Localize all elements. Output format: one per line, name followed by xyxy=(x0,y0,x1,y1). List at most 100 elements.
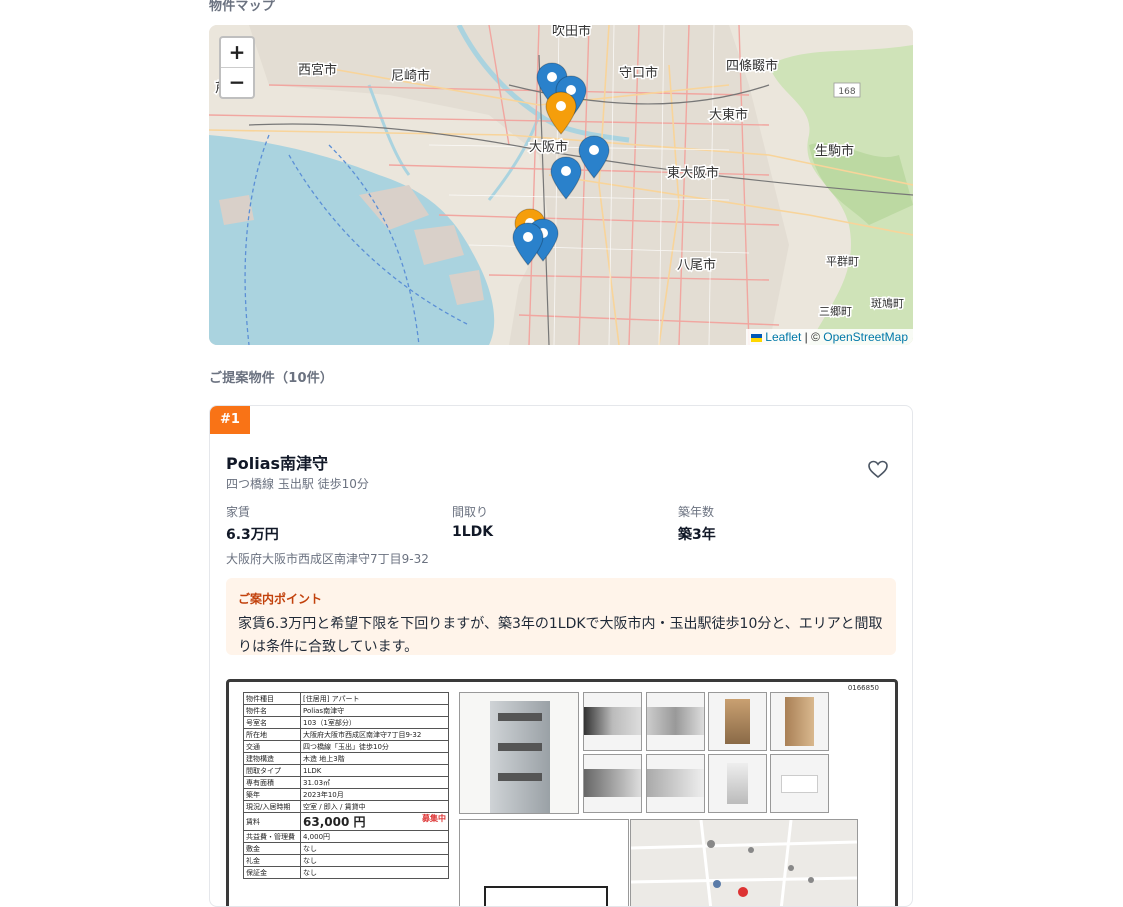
floor-plan xyxy=(459,819,629,906)
rank-badge: #1 xyxy=(210,406,250,434)
ukraine-flag-icon xyxy=(751,334,763,342)
zoom-control: + − xyxy=(219,36,255,99)
flyer-key: 専有面積 xyxy=(243,776,301,789)
flyer-value: 木造 地上3階 xyxy=(300,752,449,765)
flyer-row: 礼金 なし xyxy=(243,854,449,867)
flyer-ref-number: 0166850 xyxy=(847,684,879,692)
flyer-row: 物件種目 [住居用] アパート xyxy=(243,692,449,705)
flyer-row: 賃料 63,000 円募集中 xyxy=(243,812,449,831)
city-label: 西宮市 xyxy=(298,62,337,78)
flyer-row: 交通 四つ橋線「玉出」徒歩10分 xyxy=(243,740,449,753)
leaflet-link[interactable]: Leaflet xyxy=(765,330,801,344)
map-section-title: 物件マップ xyxy=(209,0,276,14)
room-photo xyxy=(583,754,642,813)
flyer-value: 四つ橋線「玉出」徒歩10分 xyxy=(300,740,449,753)
room-photo xyxy=(583,692,642,751)
flyer-value: なし xyxy=(300,842,449,855)
city-label: 吹田市 xyxy=(552,25,591,39)
city-label: 大阪市 xyxy=(529,139,568,155)
flyer-key: 敷金 xyxy=(243,842,301,855)
age-value: 築3年 xyxy=(678,527,716,543)
flyer-row: 築年 2023年10月 xyxy=(243,788,449,801)
rent-spec: 家賃 6.3万円 xyxy=(226,503,279,544)
room-photo xyxy=(770,754,829,813)
flyer-key: 現況/入居時期 xyxy=(243,800,301,813)
flyer-value: なし xyxy=(300,866,449,879)
room-photo xyxy=(770,692,829,751)
city-label: 東大阪市 xyxy=(667,165,719,181)
flyer-value: 31.03㎡ xyxy=(300,776,449,789)
room-photo xyxy=(646,754,705,813)
flyer-key: 礼金 xyxy=(243,854,301,867)
city-label: 斑鳩町 xyxy=(871,296,904,310)
age-label: 築年数 xyxy=(678,505,715,519)
flyer-value: 1LDK xyxy=(300,764,449,777)
location-minimap xyxy=(630,819,858,906)
flyer-value: 103（1室部分） xyxy=(300,716,449,729)
heart-icon[interactable] xyxy=(866,457,890,481)
property-map[interactable]: 168 吹田市 西宮市 尼崎市 守口市 四條畷市 大東市 生駒市 大阪市 東大阪… xyxy=(209,25,913,345)
flyer-key: 号室名 xyxy=(243,716,301,729)
flyer-value: [住居用] アパート xyxy=(300,692,449,705)
map-tiles[interactable]: 168 吹田市 西宮市 尼崎市 守口市 四條畷市 大東市 生駒市 大阪市 東大阪… xyxy=(209,25,913,345)
room-photo xyxy=(646,692,705,751)
building-photo xyxy=(459,692,579,814)
property-flyer-image[interactable]: 0166850 物件種目 [住居用] アパート 物件名 Polias南津守 号室名 103… xyxy=(226,679,898,906)
layout-label: 間取り xyxy=(452,505,489,519)
zoom-in-button[interactable]: + xyxy=(221,38,253,67)
flyer-value: 63,000 円募集中 xyxy=(300,812,449,831)
city-label: 三郷町 xyxy=(819,304,852,318)
flyer-key: 賃料 xyxy=(243,812,301,831)
flyer-value: Polias南津守 xyxy=(300,704,449,717)
flyer-row: 敷金 なし xyxy=(243,842,449,855)
guide-point-text: 家賃6.3万円と希望下限を下回りますが、築3年の1LDKで大阪市内・玉出駅徒歩1… xyxy=(238,616,883,655)
city-label: 守口市 xyxy=(619,65,658,81)
proposal-list-title: ご提案物件（10件） xyxy=(209,371,334,386)
city-label: 生駒市 xyxy=(815,143,854,159)
flyer-key: 交通 xyxy=(243,740,301,753)
zoom-out-button[interactable]: − xyxy=(221,67,253,97)
city-label: 大東市 xyxy=(709,107,748,123)
layout-spec: 間取り 1LDK xyxy=(452,503,493,540)
guide-point-box: ご案内ポイント 家賃6.3万円と希望下限を下回りますが、築3年の1LDKで大阪市… xyxy=(226,578,896,655)
flyer-key: 物件名 xyxy=(243,704,301,717)
flyer-row: 保証金 なし xyxy=(243,866,449,879)
flyer-row: 現況/入居時期 空室 / 即入 / 賃貸中 xyxy=(243,800,449,813)
room-photo xyxy=(708,692,767,751)
flyer-key: 保証金 xyxy=(243,866,301,879)
osm-link[interactable]: OpenStreetMap xyxy=(823,330,908,344)
city-label: 八尾市 xyxy=(677,257,716,273)
route-number: 168 xyxy=(838,87,855,97)
city-label: 平群町 xyxy=(826,254,859,268)
attribution-separator: | © xyxy=(801,330,824,344)
layout-value: 1LDK xyxy=(452,524,494,540)
flyer-key: 共益費・管理費 xyxy=(243,830,301,843)
rent-value: 6.3万円 xyxy=(226,527,279,543)
age-spec: 築年数 築3年 xyxy=(678,503,716,544)
flyer-value: 大阪府大阪市西成区南津守7丁目9-32 xyxy=(300,728,449,741)
flyer-row: 物件名 Polias南津守 xyxy=(243,704,449,717)
city-label: 尼崎市 xyxy=(391,68,430,84)
flyer-row: 所在地 大阪府大阪市西成区南津守7丁目9-32 xyxy=(243,728,449,741)
flyer-row: 号室名 103（1室部分） xyxy=(243,716,449,729)
flyer-spec-table: 物件種目 [住居用] アパート 物件名 Polias南津守 号室名 103（1室部分） 所在… xyxy=(243,692,449,879)
flyer-row: 専有面積 31.03㎡ xyxy=(243,776,449,789)
flyer-row: 共益費・管理費 4,000円 xyxy=(243,830,449,843)
map-attribution: Leaflet | © OpenStreetMap xyxy=(746,329,913,345)
flyer-row: 間取タイプ 1LDK xyxy=(243,764,449,777)
property-name[interactable]: Polias南津守 xyxy=(226,450,328,474)
city-label: 四條畷市 xyxy=(726,58,778,74)
flyer-key: 所在地 xyxy=(243,728,301,741)
flyer-value: 空室 / 即入 / 賃貸中 xyxy=(300,800,449,813)
room-photo xyxy=(708,754,767,813)
flyer-row: 建物構造 木造 地上3階 xyxy=(243,752,449,765)
flyer-rent-note: 募集中 xyxy=(422,814,446,823)
flyer-key: 築年 xyxy=(243,788,301,801)
property-card[interactable]: #1 Polias南津守 四つ橋線 玉出駅 徒歩10分 家賃 6.3万円 間取り… xyxy=(209,405,913,907)
guide-point-title: ご案内ポイント xyxy=(238,592,323,606)
flyer-key: 物件種目 xyxy=(243,692,301,705)
station-info: 四つ橋線 玉出駅 徒歩10分 xyxy=(226,477,369,491)
flyer-key: 建物構造 xyxy=(243,752,301,765)
flyer-value: 2023年10月 xyxy=(300,788,449,801)
flyer-value: なし xyxy=(300,854,449,867)
